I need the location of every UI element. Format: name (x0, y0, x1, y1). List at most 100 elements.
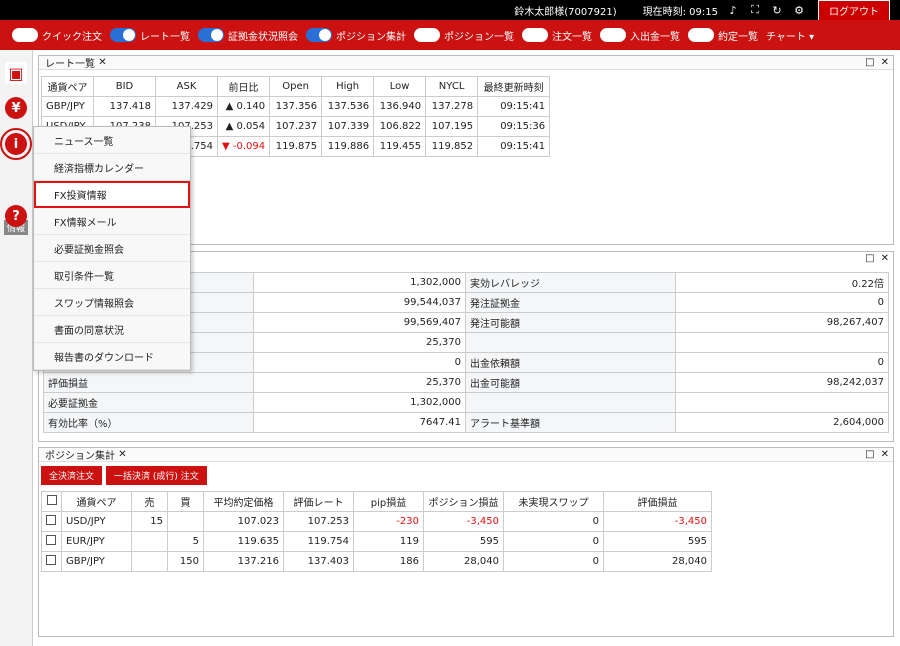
margin-label: 発注証拠金 (465, 292, 676, 313)
checkbox[interactable] (46, 495, 57, 505)
checkbox[interactable] (46, 535, 56, 545)
bulk-market-close-button[interactable]: 一括決済 (成行) 注文 (106, 466, 207, 485)
save-icon[interactable]: ▣ (5, 62, 27, 84)
table-row[interactable]: EUR/JPY 5 119.635 119.754 119 595 0 595 (41, 531, 712, 552)
gear-icon[interactable]: ⚙ (792, 3, 806, 17)
nav-item-label: レート一覧 (140, 31, 190, 43)
position-cell: 119.754 (283, 531, 354, 552)
position-cell: 5 (167, 531, 204, 552)
position-cell: 107.023 (203, 511, 284, 532)
table-row: 評価損益 25,370 出金可能額 98,242,037 (43, 372, 889, 393)
position-cell: 107.253 (283, 511, 354, 532)
rate-cell: GBP/JPY (41, 96, 94, 117)
maximize-icon[interactable]: □ (865, 449, 874, 460)
menu-item-3[interactable]: FX情報メール (34, 208, 190, 235)
rate-cell: 107.339 (321, 116, 375, 137)
rate-header: Low (373, 76, 427, 97)
close-icon[interactable]: ✕ (98, 57, 106, 68)
toggle-switch[interactable] (688, 28, 714, 42)
close-icon[interactable]: ✕ (881, 57, 889, 68)
rate-cell: 09:15:41 (477, 136, 551, 157)
position-cell: 595 (423, 531, 504, 552)
position-cell (131, 551, 168, 572)
checkbox[interactable] (46, 515, 56, 525)
position-cell: 15 (131, 511, 168, 532)
position-header: ポジション損益 (423, 491, 504, 512)
row-checkbox[interactable] (41, 551, 62, 572)
position-cell: 137.216 (203, 551, 284, 572)
nav-item-2[interactable]: 証拠金状況照会 (198, 28, 298, 43)
nav-item-7[interactable]: 約定一覧 (688, 28, 758, 43)
toggle-switch[interactable] (12, 28, 38, 42)
menu-item-2[interactable]: FX投資情報 (34, 181, 190, 208)
menu-item-6[interactable]: スワップ情報照会 (34, 289, 190, 316)
rate-header: High (321, 76, 375, 97)
top-bar: 鈴木太郎様(7007921) 現在時刻: 09:15 ♪ ⛶ ↻ ⚙ ログアウト (0, 0, 900, 21)
toggle-switch[interactable] (110, 28, 136, 42)
table-row[interactable]: USD/JPY 15 107.023 107.253 -230 -3,450 0 -3,450 (41, 511, 712, 532)
maximize-icon[interactable]: □ (865, 57, 874, 68)
menu-item-0[interactable]: ニュース一覧 (34, 127, 190, 154)
menu-item-8[interactable]: 報告書のダウンロード (34, 343, 190, 370)
menu-item-4[interactable]: 必要証拠金照会 (34, 235, 190, 262)
close-icon[interactable]: ✕ (118, 449, 126, 460)
nav-item-label: 注文一覧 (552, 31, 592, 43)
close-icon[interactable]: ✕ (881, 449, 889, 460)
rate-cell: 107.195 (425, 116, 479, 137)
fullscreen-icon[interactable]: ⛶ (748, 3, 762, 17)
position-cell: 137.403 (283, 551, 354, 572)
info-icon[interactable]: i (0, 128, 32, 160)
nav-item-6[interactable]: 入出金一覧 (600, 28, 680, 43)
toggle-switch[interactable] (198, 28, 224, 42)
nav-item-4[interactable]: ポジション一覧 (414, 28, 514, 43)
menu-item-5[interactable]: 取引条件一覧 (34, 262, 190, 289)
margin-label (465, 332, 676, 353)
select-all-checkbox[interactable] (41, 491, 62, 512)
rate-cell: ▲ 0.054 (216, 116, 271, 137)
position-cell: 0 (503, 551, 604, 572)
margin-value: 7647.41 (253, 412, 466, 433)
toggle-switch[interactable] (306, 28, 332, 42)
toggle-switch[interactable] (522, 28, 548, 42)
row-checkbox[interactable] (41, 531, 62, 552)
margin-value: 0 (675, 352, 889, 373)
logout-button[interactable]: ログアウト (818, 0, 890, 21)
help-icon[interactable]: ? (5, 205, 27, 227)
position-cell: -3,450 (423, 511, 504, 532)
margin-value (675, 332, 889, 353)
nav-item-5[interactable]: 注文一覧 (522, 28, 592, 43)
nav-item-label: クイック注文 (42, 31, 102, 43)
nav-item-0[interactable]: クイック注文 (12, 28, 102, 43)
rate-cell: ▼ -0.094 (216, 136, 271, 157)
maximize-icon[interactable]: □ (865, 253, 874, 264)
row-checkbox[interactable] (41, 511, 62, 532)
position-cell: GBP/JPY (61, 551, 132, 572)
margin-value: 2,604,000 (675, 412, 889, 433)
nav-item-label: ポジション一覧 (444, 31, 514, 43)
refresh-icon[interactable]: ↻ (770, 3, 784, 17)
table-row[interactable]: GBP/JPY 150 137.216 137.403 186 28,040 0 28,040 (41, 551, 712, 572)
rate-cell: 137.429 (155, 96, 218, 117)
nav-item-1[interactable]: レート一覧 (110, 28, 190, 43)
toggle-switch[interactable] (414, 28, 440, 42)
yen-icon[interactable]: ¥ (5, 97, 27, 119)
rate-cell: 119.875 (269, 136, 323, 157)
toggle-switch[interactable] (600, 28, 626, 42)
position-header: 買 (167, 491, 204, 512)
position-cell: -3,450 (603, 511, 712, 532)
margin-value: 99,569,407 (253, 312, 466, 333)
checkbox[interactable] (46, 555, 56, 565)
menu-item-1[interactable]: 経済指標カレンダー (34, 154, 190, 181)
nav-item-3[interactable]: ポジション集計 (306, 28, 406, 43)
close-all-button[interactable]: 全決済注文 (41, 466, 103, 485)
margin-label: 実効レバレッジ (465, 272, 676, 293)
rate-header: 前日比 (216, 76, 271, 97)
menu-item-7[interactable]: 書面の同意状況 (34, 316, 190, 343)
margin-value: 25,370 (253, 372, 466, 393)
table-row[interactable]: GBP/JPY 137.418 137.429 ▲ 0.140 137.356 137.5… (41, 96, 551, 117)
current-time: 現在時刻: 09:15 (642, 6, 718, 18)
close-icon[interactable]: ✕ (881, 253, 889, 264)
chart-menu[interactable]: チャート ▾ (766, 28, 814, 43)
margin-label: 出金可能額 (465, 372, 676, 393)
bell-icon[interactable]: ♪ (726, 3, 740, 17)
